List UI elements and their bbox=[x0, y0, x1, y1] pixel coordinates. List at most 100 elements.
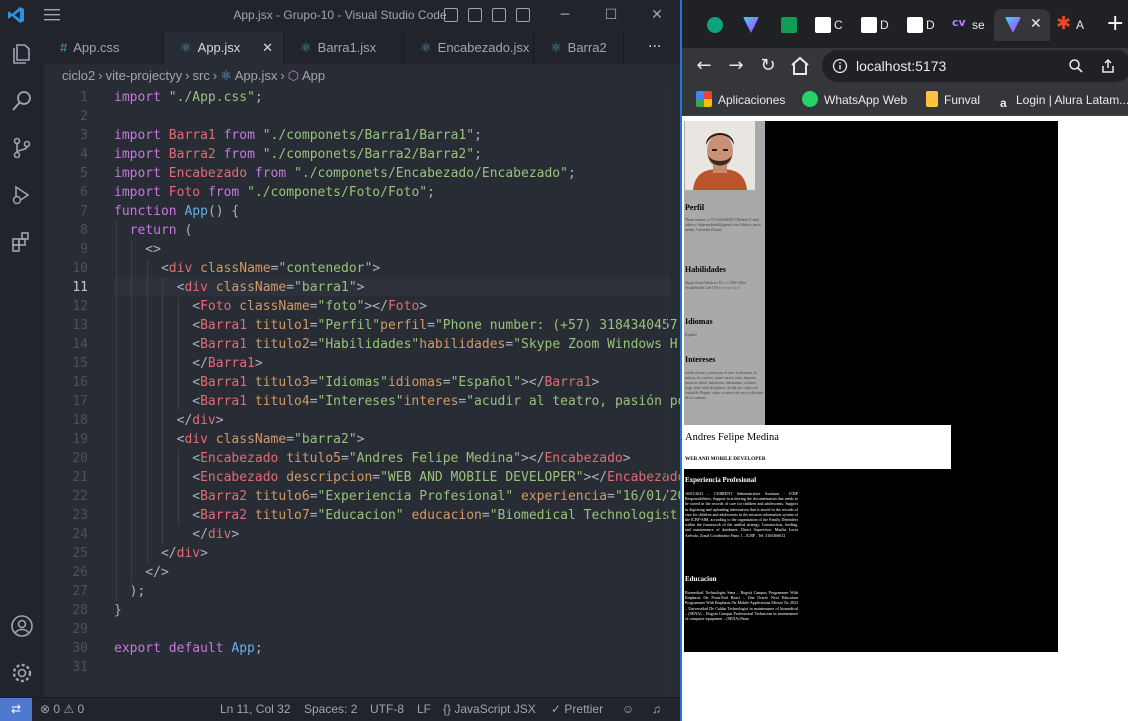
home-icon[interactable] bbox=[788, 54, 812, 78]
code-line[interactable]: <div className="barra1"> bbox=[114, 278, 365, 297]
info-icon[interactable] bbox=[832, 58, 848, 74]
run-debug-icon[interactable] bbox=[10, 183, 34, 207]
line-number: 20 bbox=[72, 451, 88, 466]
code-line[interactable]: <Barra1 titulo3="Idiomas"idiomas="Españo… bbox=[114, 373, 599, 392]
breadcrumb-item[interactable]: App.jsx bbox=[235, 68, 278, 83]
tab-app-css[interactable]: # App.css bbox=[44, 32, 164, 64]
new-tab-button[interactable]: + bbox=[1106, 12, 1124, 36]
breadcrumb-item[interactable]: vite-projectyy bbox=[106, 68, 183, 83]
reload-button[interactable]: ↻ bbox=[756, 54, 780, 78]
code-line[interactable]: function App() { bbox=[114, 202, 239, 221]
bookmark-funval[interactable]: Funval bbox=[926, 91, 980, 109]
code-line[interactable]: <Barra1 titulo2="Habilidades"habilidades… bbox=[114, 335, 680, 354]
code-line[interactable]: import Barra2 from "./componets/Barra2/B… bbox=[114, 145, 482, 164]
browser-tab[interactable] bbox=[732, 9, 768, 41]
code-line[interactable]: </div> bbox=[114, 544, 208, 563]
code-line[interactable]: <Barra2 titulo7="Educacion" educacion="B… bbox=[114, 506, 680, 525]
maximize-button[interactable]: ☐ bbox=[588, 0, 634, 32]
customize-layout-icon[interactable] bbox=[516, 8, 530, 22]
alura-icon: a bbox=[1000, 96, 1007, 110]
cursor-position[interactable]: Ln 11, Col 32 bbox=[220, 698, 291, 721]
explorer-icon[interactable] bbox=[10, 42, 34, 66]
feedback-icon[interactable]: ☺ bbox=[622, 698, 634, 721]
zoom-icon[interactable] bbox=[1068, 58, 1084, 74]
code-line[interactable]: return ( bbox=[114, 221, 193, 240]
browser-tab[interactable]: D bbox=[850, 9, 890, 41]
code-line[interactable]: import Encabezado from "./componets/Enca… bbox=[114, 164, 576, 183]
intereses-text: acudir al teatro, pasión por el cine, la… bbox=[685, 371, 764, 400]
tab-barra1-jsx[interactable]: ⚛ Barra1.jsx bbox=[284, 32, 404, 64]
browser-tab[interactable] bbox=[696, 9, 732, 41]
notifications-bell-icon[interactable]: ♫ bbox=[652, 698, 661, 721]
toggle-secondary-sidebar-icon[interactable] bbox=[492, 8, 506, 22]
browser-tab[interactable]: cv se bbox=[944, 9, 994, 41]
code-line[interactable]: <Encabezado titulo5="Andres Felipe Medin… bbox=[114, 449, 630, 468]
editor-scrollbar[interactable] bbox=[666, 88, 680, 697]
code-line[interactable]: import Foto from "./componets/Foto/Foto"… bbox=[114, 183, 435, 202]
bookmark-alura[interactable]: a Login | Alura Latam... bbox=[1000, 91, 1128, 110]
indentation-setting[interactable]: Spaces: 2 bbox=[304, 698, 357, 721]
back-button[interactable]: ← bbox=[692, 54, 716, 78]
close-tab-icon[interactable]: ✕ bbox=[262, 32, 273, 64]
bookmark-whatsapp[interactable]: WhatsApp Web bbox=[802, 91, 907, 109]
breadcrumb-item[interactable]: src bbox=[193, 68, 210, 83]
eol-setting[interactable]: LF bbox=[417, 698, 431, 721]
language-mode[interactable]: {} JavaScript JSX bbox=[443, 698, 536, 721]
encoding-setting[interactable]: UTF-8 bbox=[370, 698, 404, 721]
code-line[interactable]: ); bbox=[114, 582, 146, 601]
vite-icon bbox=[743, 17, 759, 33]
code-line[interactable]: } bbox=[114, 601, 122, 620]
title-bar: App.jsx - Grupo-10 - Visual Studio Code … bbox=[0, 0, 680, 32]
code-line[interactable]: <Foto className="foto"></Foto> bbox=[114, 297, 427, 316]
minimize-button[interactable]: ─ bbox=[542, 0, 588, 32]
browser-tab[interactable]: C bbox=[804, 9, 844, 41]
address-bar[interactable]: localhost:5173 bbox=[822, 50, 1128, 82]
problems-indicator[interactable]: ⊗ 0 ⚠ 0 bbox=[40, 698, 84, 721]
bookmark-apps[interactable]: Aplicaciones bbox=[696, 91, 785, 109]
tab-encabezado-jsx[interactable]: ⚛ Encabezado.jsx bbox=[404, 32, 534, 64]
line-number: 5 bbox=[80, 166, 88, 181]
code-line[interactable]: <div className="barra2"> bbox=[114, 430, 365, 449]
code-line[interactable]: </> bbox=[114, 563, 169, 582]
code-line[interactable]: export default App; bbox=[114, 639, 263, 658]
forward-button[interactable]: → bbox=[724, 54, 748, 78]
code-editor[interactable]: import "./App.css"; import Barra1 from ".… bbox=[44, 88, 680, 697]
more-actions-icon[interactable]: ··· bbox=[648, 32, 661, 62]
share-icon[interactable] bbox=[1100, 58, 1116, 74]
close-window-button[interactable]: ✕ bbox=[634, 0, 680, 32]
remote-indicator[interactable]: ⇄ bbox=[0, 698, 32, 721]
code-line[interactable]: <Barra1 titulo1="Perfil"perfil="Phone nu… bbox=[114, 316, 680, 335]
breadcrumb-item[interactable]: ciclo2 bbox=[62, 68, 95, 83]
browser-tab[interactable] bbox=[770, 9, 806, 41]
tab-title: C bbox=[834, 18, 843, 32]
code-line[interactable]: import Barra1 from "./componets/Barra1/B… bbox=[114, 126, 482, 145]
browser-tab-active[interactable]: ✕ bbox=[994, 9, 1050, 41]
source-control-icon[interactable] bbox=[10, 136, 34, 160]
browser-tab[interactable]: ✱ A bbox=[1046, 9, 1086, 41]
browser-tab[interactable]: D bbox=[896, 9, 936, 41]
line-number: 30 bbox=[72, 641, 88, 656]
code-line[interactable]: <div className="contenedor"> bbox=[114, 259, 380, 278]
code-line[interactable]: </div> bbox=[114, 411, 224, 430]
code-line[interactable]: <Barra1 titulo4="Intereses"interes="acud… bbox=[114, 392, 680, 411]
experiencia-text: 16/01/2023 – CURRENT Administrative Assi… bbox=[685, 491, 798, 538]
extensions-icon[interactable] bbox=[10, 230, 34, 254]
cv-header: Andres Felipe Medina WEB AND MOBILE DEVE… bbox=[684, 425, 951, 469]
toggle-panel-icon[interactable] bbox=[468, 8, 482, 22]
tab-barra2[interactable]: ⚛ Barra2 bbox=[534, 32, 624, 64]
manage-gear-icon[interactable] bbox=[10, 661, 34, 685]
cv-main-content: Experiencia Profesional 16/01/2023 – CUR… bbox=[684, 469, 799, 652]
accounts-icon[interactable] bbox=[10, 614, 34, 638]
breadcrumb-item[interactable]: App bbox=[302, 68, 325, 83]
toggle-sidebar-icon[interactable] bbox=[444, 8, 458, 22]
close-tab-icon[interactable]: ✕ bbox=[1030, 16, 1042, 32]
code-line[interactable]: <Barra2 titulo6="Experiencia Profesional… bbox=[114, 487, 680, 506]
code-line[interactable]: <Encabezado descripcion="WEB AND MOBILE … bbox=[114, 468, 680, 487]
prettier-status[interactable]: ✓ Prettier bbox=[551, 698, 603, 721]
search-icon[interactable] bbox=[10, 89, 34, 113]
code-line[interactable]: <> bbox=[114, 240, 161, 259]
tab-app-jsx[interactable]: ⚛ App.jsx ✕ bbox=[164, 32, 284, 64]
code-line[interactable]: import "./App.css"; bbox=[114, 88, 263, 107]
code-line[interactable]: </Barra1> bbox=[114, 354, 262, 373]
code-line[interactable]: </div> bbox=[114, 525, 239, 544]
